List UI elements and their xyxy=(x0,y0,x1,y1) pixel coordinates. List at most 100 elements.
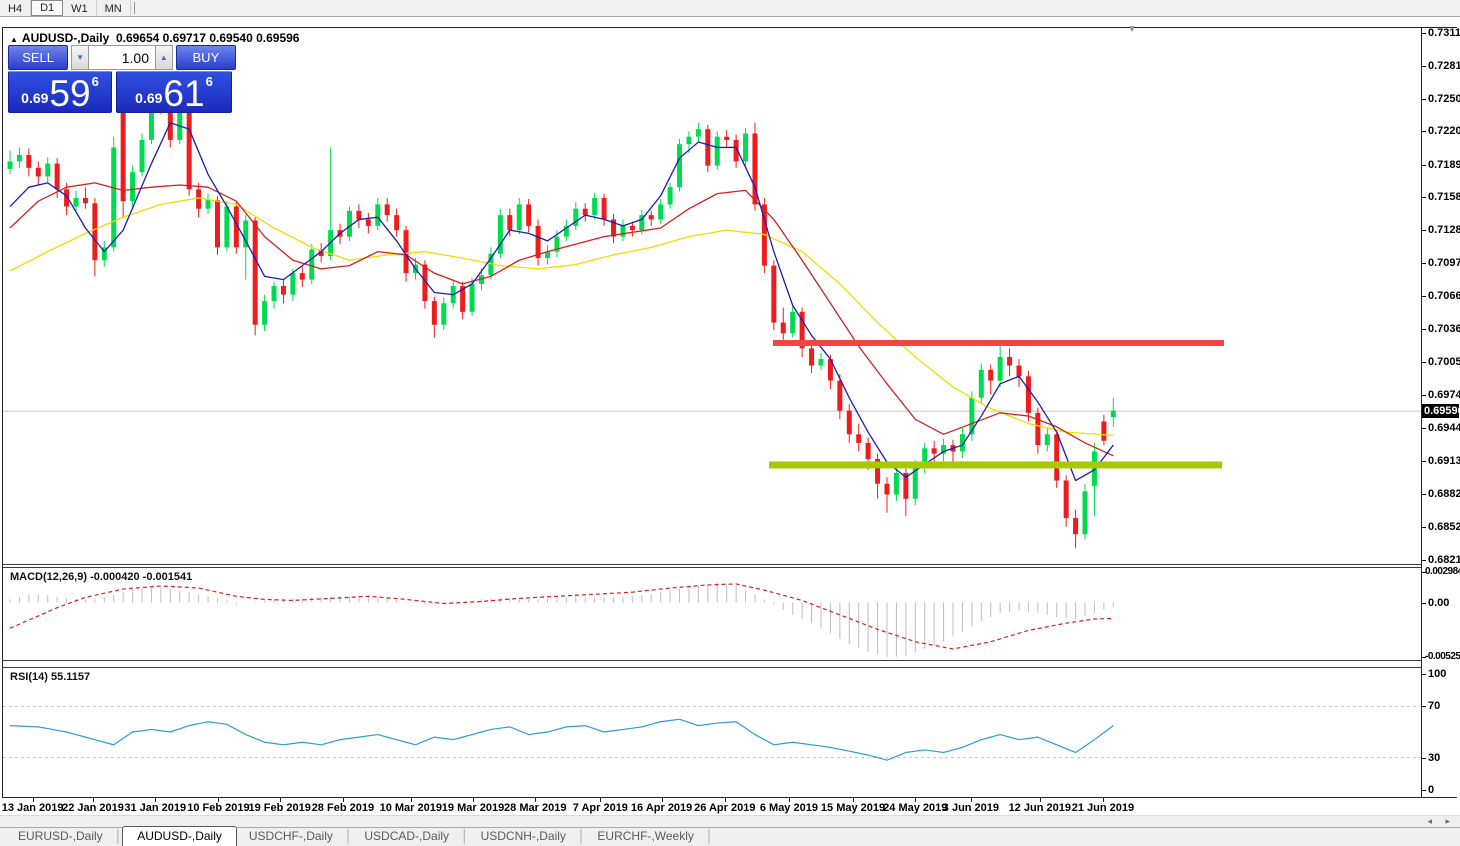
price-axis-label: 0.70050 xyxy=(1428,356,1460,368)
time-tick-mark xyxy=(155,798,156,802)
time-axis-label: 6 May 2019 xyxy=(760,802,818,814)
support-trendline xyxy=(769,461,1222,468)
macd-axis-label: 0.00 xyxy=(1428,597,1449,609)
time-axis-label: 10 Mar 2019 xyxy=(380,802,442,814)
buy-button[interactable]: BUY xyxy=(176,45,236,70)
toolbar-divider xyxy=(134,2,135,14)
time-tick-mark xyxy=(971,798,972,802)
time-tick-mark xyxy=(33,798,34,802)
time-axis-label: 28 Mar 2019 xyxy=(504,802,566,814)
time-axis-label: 3 Jun 2019 xyxy=(943,802,999,814)
price-axis-label: 0.69745 xyxy=(1428,389,1460,401)
time-tick-mark xyxy=(853,798,854,802)
tab-separator: │ xyxy=(706,829,714,846)
axis-tick-mark xyxy=(1422,674,1426,675)
time-axis-label: 21 Jun 2019 xyxy=(1072,802,1134,814)
time-tick-mark xyxy=(343,798,344,802)
time-axis-label: 26 Apr 2019 xyxy=(694,802,755,814)
candles-layer xyxy=(8,86,1116,548)
price-axis-label: 0.71890 xyxy=(1428,159,1460,171)
chart-window: ▲AUDUSD-,Daily 0.69654 0.69717 0.69540 0… xyxy=(2,27,1457,798)
price-axis[interactable]: 0.731150.728100.725050.722000.718900.715… xyxy=(1421,28,1458,797)
price-axis-label: 0.70665 xyxy=(1428,290,1460,302)
price-axis-label: 0.72505 xyxy=(1428,93,1460,105)
time-tick-mark xyxy=(662,798,663,802)
axis-tick-mark xyxy=(1422,329,1426,330)
tab-usdcad-daily[interactable]: USDCAD-,Daily xyxy=(352,827,461,846)
time-tick-mark xyxy=(789,798,790,802)
macd-axis-label: -0.005256 xyxy=(1425,651,1460,662)
price-axis-label: 0.71280 xyxy=(1428,224,1460,236)
tab-eurusd-daily[interactable]: EURUSD-,Daily xyxy=(6,827,115,846)
macd-chart-canvas[interactable] xyxy=(3,568,1421,660)
axis-tick-mark xyxy=(1422,263,1426,264)
tab-audusd-daily[interactable]: AUDUSD-,Daily xyxy=(122,826,237,846)
rsi-axis-label: 100 xyxy=(1428,668,1446,680)
chart-shift-icon[interactable]: ▼ xyxy=(1127,24,1137,35)
price-axis-label: 0.68210 xyxy=(1428,554,1460,566)
rsi-line xyxy=(10,719,1113,760)
axis-tick-mark xyxy=(1422,603,1426,604)
tab-separator: │ xyxy=(461,829,469,846)
time-tick-mark xyxy=(93,798,94,802)
volume-increase-button[interactable]: ▲ xyxy=(155,45,173,70)
chart-title: ▲AUDUSD-,Daily 0.69654 0.69717 0.69540 0… xyxy=(10,31,299,45)
sell-price-pip: 6 xyxy=(92,74,99,89)
rsi-axis-label: 0 xyxy=(1428,784,1434,796)
chart-symbol-period: AUDUSD-,Daily xyxy=(22,31,109,45)
price-axis-label: 0.69130 xyxy=(1428,455,1460,467)
tab-usdchf-daily[interactable]: USDCHF-,Daily xyxy=(237,827,345,846)
axis-tick-mark xyxy=(1422,494,1426,495)
axis-tick-mark xyxy=(1422,33,1426,34)
axis-tick-mark xyxy=(1422,790,1426,791)
tab-usdcnh-daily[interactable]: USDCNH-,Daily xyxy=(469,827,578,846)
rsi-chart-canvas[interactable] xyxy=(3,668,1421,796)
axis-tick-mark xyxy=(1422,706,1426,707)
period-button-w1[interactable]: W1 xyxy=(63,0,97,16)
ma-slow-yellow-line xyxy=(10,198,1113,435)
period-button-d1[interactable]: D1 xyxy=(31,0,63,16)
time-tick-mark xyxy=(600,798,601,802)
macd-histogram xyxy=(10,583,1113,657)
time-axis-label: 16 Apr 2019 xyxy=(631,802,692,814)
period-button-mn[interactable]: MN xyxy=(97,0,131,16)
price-axis-label: 0.68520 xyxy=(1428,521,1460,533)
axis-tick-mark xyxy=(1422,572,1426,573)
time-axis-label: 12 Jun 2019 xyxy=(1009,802,1071,814)
time-tick-mark xyxy=(411,798,412,802)
time-tick-mark xyxy=(535,798,536,802)
buy-price-display[interactable]: 0.69 61 6 xyxy=(116,71,232,113)
time-tick-mark xyxy=(280,798,281,802)
scroll-left-icon[interactable]: ◂ xyxy=(1427,816,1432,827)
price-axis-label: 0.72810 xyxy=(1428,60,1460,72)
buy-price-main: 61 xyxy=(163,79,204,109)
axis-tick-mark xyxy=(1422,657,1426,658)
time-axis-label: 19 Feb 2019 xyxy=(249,802,311,814)
sell-price-display[interactable]: 0.69 59 6 xyxy=(8,71,112,113)
axis-tick-mark xyxy=(1422,758,1426,759)
period-toolbar: H4D1W1MN xyxy=(0,0,1460,17)
period-button-h4[interactable]: H4 xyxy=(0,0,31,16)
pane-divider[interactable] xyxy=(3,660,1421,668)
scroll-right-icon[interactable]: ▸ xyxy=(1445,816,1450,827)
axis-tick-mark xyxy=(1422,131,1426,132)
macd-axis-label: 0.002984 xyxy=(1425,566,1460,577)
time-tick-mark xyxy=(725,798,726,802)
volume-decrease-button[interactable]: ▼ xyxy=(71,45,89,70)
tab-eurchf-weekly[interactable]: EURCHF-,Weekly xyxy=(585,827,705,846)
rsi-axis-label: 30 xyxy=(1428,752,1440,764)
axis-tick-mark xyxy=(1422,428,1426,429)
time-tick-mark xyxy=(915,798,916,802)
volume-input[interactable] xyxy=(89,45,155,70)
sell-button[interactable]: SELL xyxy=(8,45,68,70)
time-axis-label: 15 May 2019 xyxy=(821,802,885,814)
macd-indicator-label: MACD(12,26,9) -0.000420 -0.001541 xyxy=(10,571,192,583)
resistance-trendline xyxy=(773,340,1224,346)
tab-separator: │ xyxy=(345,829,353,846)
time-axis[interactable]: 13 Jan 201922 Jan 201931 Jan 201910 Feb … xyxy=(3,799,1433,814)
axis-tick-mark xyxy=(1422,560,1426,561)
time-axis-label: 28 Feb 2019 xyxy=(312,802,374,814)
time-tick-mark xyxy=(218,798,219,802)
axis-tick-mark xyxy=(1422,66,1426,67)
collapse-panel-icon[interactable]: ▲ xyxy=(10,35,18,44)
